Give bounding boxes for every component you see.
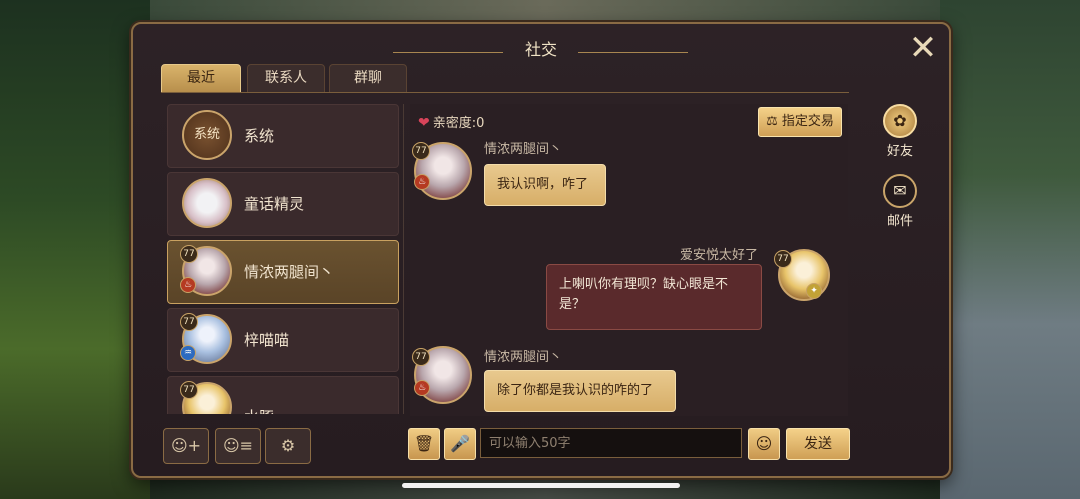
background-right-scenery [940,0,1080,499]
tab-recent[interactable]: 最近 [161,64,241,93]
add-friend-icon[interactable]: ☺+ [163,428,209,464]
social-panel: 社交 ✕ 最近 联系人 群聊 系统 系统 童话精灵 77 ♨ 情浓两腿间丶 77… [131,22,951,478]
friends-icon: ✿ [883,104,917,138]
fairy-avatar [182,178,232,228]
chat-input-row: 🗑 🎤 ☺ 发送 [408,428,850,460]
message-sender: 情浓两腿间丶 [484,350,563,365]
friend-list-icon[interactable]: ☺≡ [215,428,261,464]
contact-name: 水豚 [244,377,274,414]
side-nav-friends[interactable]: ✿ 好友 [871,104,929,159]
title-ornament-right [578,42,688,53]
contact-item-fairy[interactable]: 童话精灵 [167,172,399,236]
contact-name: 童话精灵 [244,195,305,213]
level-badge: 77 [412,348,430,366]
panel-title: 社交 [524,40,557,59]
contact-list[interactable]: 系统 系统 童话精灵 77 ♨ 情浓两腿间丶 77 ♒ 梓喵喵 77 水豚 [167,104,399,414]
emoji-icon[interactable]: ☺ [748,428,780,460]
microphone-icon[interactable]: 🎤 [444,428,476,460]
close-icon[interactable]: ✕ [905,30,941,66]
trash-icon[interactable]: 🗑 [408,428,440,460]
intimacy-label: ❤ 亲密度:0 [418,112,484,131]
chat-area[interactable]: ❤ 亲密度:0 ⚖ 指定交易 77 ♨ 情浓两腿间丶 我认识啊，咋了 爱安悦太好了… [410,104,848,416]
contact-item-shuitun[interactable]: 77 水豚 [167,376,399,414]
contact-name: 梓喵喵 [244,331,290,349]
message-bubble: 我认识啊，咋了 [484,164,606,206]
contact-item-qingnong[interactable]: 77 ♨ 情浓两腿间丶 [167,240,399,304]
intimacy-text: 亲密度:0 [432,116,485,131]
system-avatar: 系统 [182,110,232,160]
level-badge: 77 [180,245,198,263]
level-badge: 77 [774,250,792,268]
tab-underline [161,92,849,93]
message-sender: 爱安悦太好了 [680,248,759,263]
message-bubble: 除了你都是我认识的咋的了 [484,370,676,412]
contact-name: 系统 [244,127,275,145]
level-badge: 77 [412,142,430,160]
side-nav-label: 好友 [886,144,913,159]
contact-item-zimiao[interactable]: 77 ♒ 梓喵喵 [167,308,399,372]
fire-element-icon: ♨ [414,380,430,396]
side-nav-label: 邮件 [886,214,913,229]
settings-gear-icon[interactable]: ⚙ [265,428,311,464]
tab-contacts[interactable]: 联系人 [247,64,325,93]
fire-element-icon: ♨ [180,277,196,293]
send-button[interactable]: 发送 [786,428,850,460]
fire-element-icon: ♨ [414,174,430,190]
heart-icon: ❤ [418,115,430,131]
star-element-icon: ✦ [806,283,822,299]
side-nav-mail[interactable]: ✉ 邮件 [871,174,929,229]
contact-item-system[interactable]: 系统 系统 [167,104,399,168]
designated-trade-button[interactable]: ⚖ 指定交易 [758,107,842,137]
chat-message-input[interactable] [480,428,742,458]
contact-name: 情浓两腿间丶 [244,263,335,281]
home-indicator[interactable] [402,483,680,488]
tab-groups[interactable]: 群聊 [329,64,407,93]
message-bubble: 上喇叭你有理呗？缺心眼是不是？ [546,264,762,330]
message-sender: 情浓两腿间丶 [484,142,563,157]
panel-divider [403,104,404,414]
level-badge: 77 [180,381,198,399]
background-left-foliage [0,0,150,499]
mail-icon: ✉ [883,174,917,208]
level-badge: 77 [180,313,198,331]
water-element-icon: ♒ [180,345,196,361]
